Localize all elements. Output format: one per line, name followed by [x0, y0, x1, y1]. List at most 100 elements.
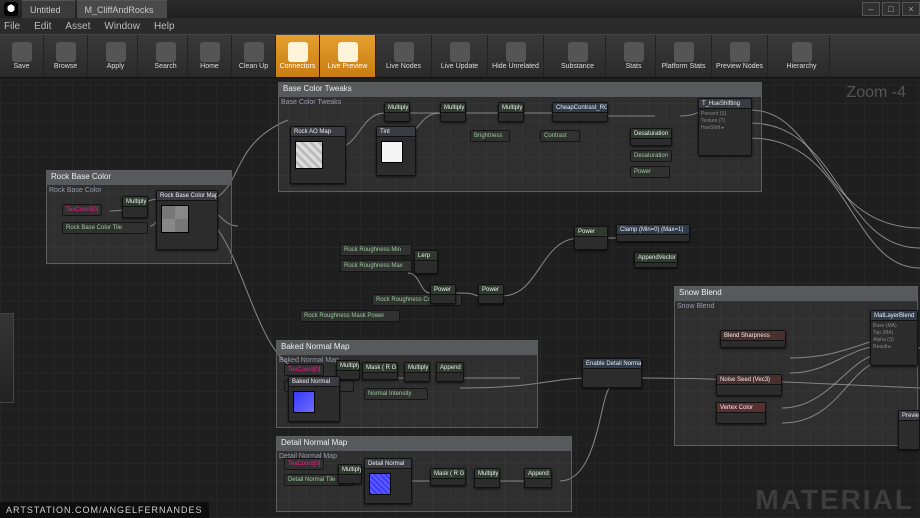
group-header[interactable]: Detail Normal Map [277, 437, 571, 451]
node-multiply-rb[interactable]: Multiply [122, 196, 148, 218]
hide-unrelated-icon [506, 42, 526, 62]
texture-swatch [295, 141, 323, 169]
tool-hide-unrelated[interactable]: Hide Unrelated [488, 35, 544, 77]
texture-swatch [161, 205, 189, 233]
tool-live-preview[interactable]: Live Preview [320, 35, 376, 77]
node-noise-seed[interactable]: Noise Seed (Vec3) [716, 374, 782, 396]
substance-icon [568, 42, 588, 62]
menubar: File Edit Asset Window Help [0, 18, 920, 34]
live-preview-icon [338, 42, 358, 62]
window-minimize-button[interactable]: – [862, 2, 880, 16]
live-nodes-icon [394, 42, 414, 62]
tool-connectors[interactable]: Connectors [276, 35, 320, 77]
cleanup-icon [244, 42, 264, 62]
node-contrast[interactable]: Contrast [540, 130, 580, 142]
node-rock-rough-power[interactable]: Rock Roughness Mask Power [300, 310, 400, 322]
group-sublabel: Base Color Tweaks [281, 99, 341, 106]
node-enable-detail[interactable]: Enable Detail Normal [582, 358, 642, 388]
node-rock-rough-max[interactable]: Rock Roughness Max [340, 260, 412, 272]
node-clamp[interactable]: Clamp (Min=0) (Max=1) [616, 224, 690, 242]
doc-tab-untitled[interactable]: Untitled [22, 0, 75, 18]
menu-help[interactable]: Help [154, 21, 175, 32]
node-append-dn[interactable]: Append [524, 468, 552, 488]
connectors-icon [288, 42, 308, 62]
group-sublabel: Baked Normal Map [279, 357, 339, 364]
node-rock-base-color-map[interactable]: Rock Base Color Map [156, 190, 218, 250]
node-multiply-bt2[interactable]: Multiply [440, 102, 466, 122]
node-blend-sharpness[interactable]: Blend Sharpness [720, 330, 786, 348]
tool-live-nodes[interactable]: Live Nodes [376, 35, 432, 77]
credit-banner: ARTSTATION.COM/ANGELFERNANDES [0, 502, 209, 518]
node-baked-normal-tex[interactable]: Baked Normal [288, 376, 340, 422]
node-multiply-dn2[interactable]: Multiply [474, 468, 500, 488]
node-cheapcontrast[interactable]: CheapContrast_RGB [552, 102, 608, 122]
tool-substance[interactable]: Substance [550, 35, 606, 77]
group-header[interactable]: Rock Base Color [47, 171, 231, 185]
node-multiply-dn[interactable]: Multiply [338, 464, 362, 484]
tool-cleanup[interactable]: Clean Up [232, 35, 276, 77]
group-sublabel: Rock Base Color [49, 187, 102, 194]
browse-icon [56, 42, 76, 62]
node-texcoord2[interactable]: TexCoord[0] [284, 458, 324, 470]
node-desat-amount[interactable]: Desaturation [630, 150, 672, 162]
ue4-logo-icon [4, 2, 18, 16]
tool-platform-stats[interactable]: Platform Stats [656, 35, 712, 77]
node-preview-result[interactable]: Preview [898, 410, 920, 450]
node-multiply-bt1[interactable]: Multiply [384, 102, 410, 122]
node-normal-intensity[interactable]: Normal Intensity [364, 388, 428, 400]
window-close-button[interactable]: × [902, 2, 920, 16]
group-sublabel: Snow Blend [677, 303, 714, 310]
tool-apply[interactable]: Apply [94, 35, 138, 77]
node-power-rough[interactable]: Power [430, 284, 456, 304]
stats-icon [624, 42, 644, 62]
node-power-r3[interactable]: Power [574, 226, 608, 250]
group-base-color-tweaks[interactable]: Base Color Tweaks Base Color Tweaks [278, 82, 762, 192]
tool-preview-nodes[interactable]: Preview Nodes [712, 35, 768, 77]
group-header[interactable]: Snow Blend [675, 287, 917, 301]
node-mask-dn[interactable]: Mask ( R G ) [430, 468, 466, 486]
node-matlayer-blend[interactable]: MatLayerBlend Base (MA)Top (MA)Alpha (S)… [870, 310, 918, 366]
node-power-rough2[interactable]: Power [478, 284, 504, 304]
node-texcoord1[interactable]: TexCoord[0] [284, 364, 324, 376]
node-brightness[interactable]: Brightness [470, 130, 510, 142]
material-graph-canvas[interactable]: Zoom -4 Rock B [0, 78, 920, 518]
texture-swatch [293, 391, 315, 413]
tool-stats[interactable]: Stats [612, 35, 656, 77]
node-rock-ao-map[interactable]: Rock AO Map [290, 126, 346, 184]
menu-edit[interactable]: Edit [34, 21, 51, 32]
zoom-indicator: Zoom -4 [846, 84, 906, 102]
node-multiply-bt3[interactable]: Multiply [498, 102, 524, 122]
node-multiply-bn2[interactable]: Multiply [404, 362, 430, 382]
node-appendvector[interactable]: AppendVector [634, 252, 678, 268]
group-header[interactable]: Base Color Tweaks [279, 83, 761, 97]
node-detail-normal-tex[interactable]: Detail Normal [364, 458, 412, 504]
node-vertex-color[interactable]: Vertex Color [716, 402, 766, 424]
tool-home[interactable]: Home [188, 35, 232, 77]
doc-tab-material[interactable]: M_CliffAndRocks [77, 0, 168, 18]
tool-browse[interactable]: Browse [44, 35, 88, 77]
tool-save[interactable]: Save [0, 35, 44, 77]
node-tint[interactable]: Tint [376, 126, 416, 176]
menu-window[interactable]: Window [104, 21, 140, 32]
window-maximize-button[interactable]: □ [882, 2, 900, 16]
node-mask-bn[interactable]: Mask ( R G ) [362, 362, 398, 380]
hierarchy-icon [792, 42, 812, 62]
group-header[interactable]: Baked Normal Map [277, 341, 537, 355]
node-desaturation[interactable]: Desaturation [630, 128, 672, 146]
node-power-bt[interactable]: Power [630, 166, 670, 178]
tool-live-update[interactable]: Live Update [432, 35, 488, 77]
tool-hierarchy[interactable]: Hierarchy [774, 35, 830, 77]
menu-asset[interactable]: Asset [65, 21, 90, 32]
save-icon [12, 42, 32, 62]
toolbar: Save Browse Apply Search Home Clean Up C… [0, 34, 920, 78]
node-rock-rough-min[interactable]: Rock Roughness Min [340, 244, 412, 256]
preview-nodes-icon [730, 42, 750, 62]
node-lerp-rough[interactable]: Lerp [414, 250, 438, 274]
node-rock-tile[interactable]: Rock Base Color Tile [62, 222, 148, 234]
node-texcoord0[interactable]: TexCoord[0] [62, 204, 102, 216]
tool-search[interactable]: Search [144, 35, 188, 77]
palette-widget[interactable] [0, 313, 14, 403]
node-append-bn[interactable]: Append [436, 362, 464, 382]
menu-file[interactable]: File [4, 21, 20, 32]
node-hueshift[interactable]: T_HueShifting Percent (S)Texture (T)HueS… [698, 98, 752, 156]
